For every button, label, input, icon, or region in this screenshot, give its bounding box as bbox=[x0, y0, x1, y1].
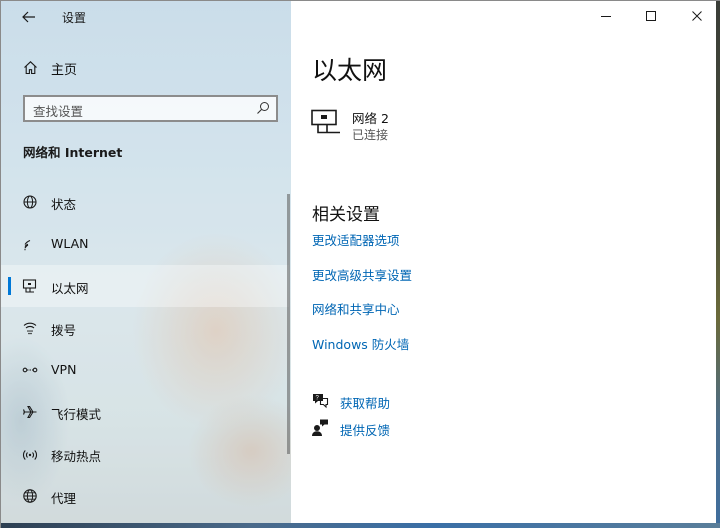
sidebar-item-vpn[interactable]: VPN bbox=[1, 349, 289, 391]
settings-window: 设置 主页 查找设置 网络和 Internet 状态 WLAN 以太网 拨号 V… bbox=[0, 0, 720, 528]
title-bar-left: 设置 bbox=[1, 1, 291, 33]
link-windows-firewall[interactable]: Windows 防火墙 bbox=[312, 334, 409, 353]
search-placeholder: 查找设置 bbox=[33, 104, 84, 119]
sidebar-item-label: 移动热点 bbox=[51, 449, 102, 464]
search-icon[interactable] bbox=[256, 101, 270, 115]
related-settings-title: 相关设置 bbox=[312, 205, 380, 225]
sidebar-item-dialup[interactable]: 拨号 bbox=[1, 307, 289, 349]
search-input[interactable]: 查找设置 bbox=[23, 95, 278, 122]
sidebar-item-label: 飞行模式 bbox=[51, 407, 102, 422]
section-title: 网络和 Internet bbox=[23, 145, 123, 160]
maximize-icon bbox=[646, 11, 656, 21]
page-title: 以太网 bbox=[312, 56, 388, 85]
home-label: 主页 bbox=[51, 63, 78, 78]
link-network-sharing-center[interactable]: 网络和共享中心 bbox=[312, 299, 400, 318]
feedback-link[interactable]: 提供反馈 bbox=[311, 418, 511, 438]
link-advanced-sharing[interactable]: 更改高级共享设置 bbox=[312, 265, 412, 284]
sidebar-item-label: WLAN bbox=[51, 236, 89, 251]
network-name: 网络 2 bbox=[352, 111, 389, 126]
sidebar-item-wlan[interactable]: WLAN bbox=[1, 223, 289, 265]
sidebar-item-label: 拨号 bbox=[51, 323, 77, 338]
app-title: 设置 bbox=[62, 11, 87, 25]
network-status: 已连接 bbox=[352, 128, 389, 142]
home-icon bbox=[24, 61, 37, 75]
ethernet-icon bbox=[22, 279, 37, 293]
sidebar-item-label: 状态 bbox=[51, 197, 77, 212]
link-change-adapter-options[interactable]: 更改适配器选项 bbox=[312, 230, 400, 249]
get-help-label: 获取帮助 bbox=[340, 396, 391, 411]
sidebar-item-ethernet[interactable]: 以太网 bbox=[1, 265, 289, 307]
sidebar-item-airplane[interactable]: 飞行模式 bbox=[1, 391, 289, 433]
sidebar-item-label: 代理 bbox=[51, 491, 77, 506]
sidebar-item-hotspot[interactable]: 移动热点 bbox=[1, 433, 289, 475]
sidebar: 设置 主页 查找设置 网络和 Internet 状态 WLAN 以太网 拨号 V… bbox=[1, 1, 291, 528]
sidebar-item-label: 以太网 bbox=[51, 281, 89, 296]
help-chat-icon: ? bbox=[313, 394, 329, 409]
maximize-button[interactable] bbox=[628, 1, 674, 31]
sidebar-item-proxy[interactable]: 代理 bbox=[1, 475, 289, 517]
network-card[interactable]: 网络 2 已连接 bbox=[311, 107, 511, 147]
desktop-wallpaper-bottom bbox=[1, 523, 720, 528]
back-button[interactable] bbox=[15, 6, 43, 28]
proxy-globe-icon bbox=[23, 489, 37, 503]
close-button[interactable] bbox=[674, 1, 720, 31]
minimize-button[interactable] bbox=[583, 1, 629, 31]
wifi-icon bbox=[24, 239, 31, 251]
sidebar-item-status[interactable]: 状态 bbox=[1, 181, 289, 223]
sidebar-item-home[interactable]: 主页 bbox=[1, 53, 291, 81]
caption-buttons bbox=[581, 1, 720, 33]
back-arrow-icon bbox=[22, 11, 35, 23]
globe-status-icon bbox=[23, 195, 37, 209]
dialup-icon bbox=[23, 322, 37, 335]
ethernet-network-icon bbox=[311, 109, 340, 134]
feedback-label: 提供反馈 bbox=[340, 423, 391, 438]
get-help-link[interactable]: ? 获取帮助 bbox=[311, 391, 511, 411]
minimize-icon bbox=[601, 16, 611, 17]
sidebar-item-label: VPN bbox=[51, 362, 77, 377]
vpn-icon bbox=[22, 367, 38, 373]
close-icon bbox=[692, 11, 702, 21]
desktop-wallpaper-edge bbox=[716, 1, 720, 528]
feedback-person-icon bbox=[312, 419, 328, 436]
hotspot-icon bbox=[23, 450, 37, 460]
main-content: 以太网 网络 2 已连接 相关设置 更改适配器选项 更改高级共享设置 网络和共享… bbox=[291, 1, 720, 528]
sidebar-scrollbar[interactable] bbox=[287, 194, 290, 454]
airplane-icon bbox=[22, 405, 37, 419]
selection-indicator bbox=[8, 277, 11, 295]
